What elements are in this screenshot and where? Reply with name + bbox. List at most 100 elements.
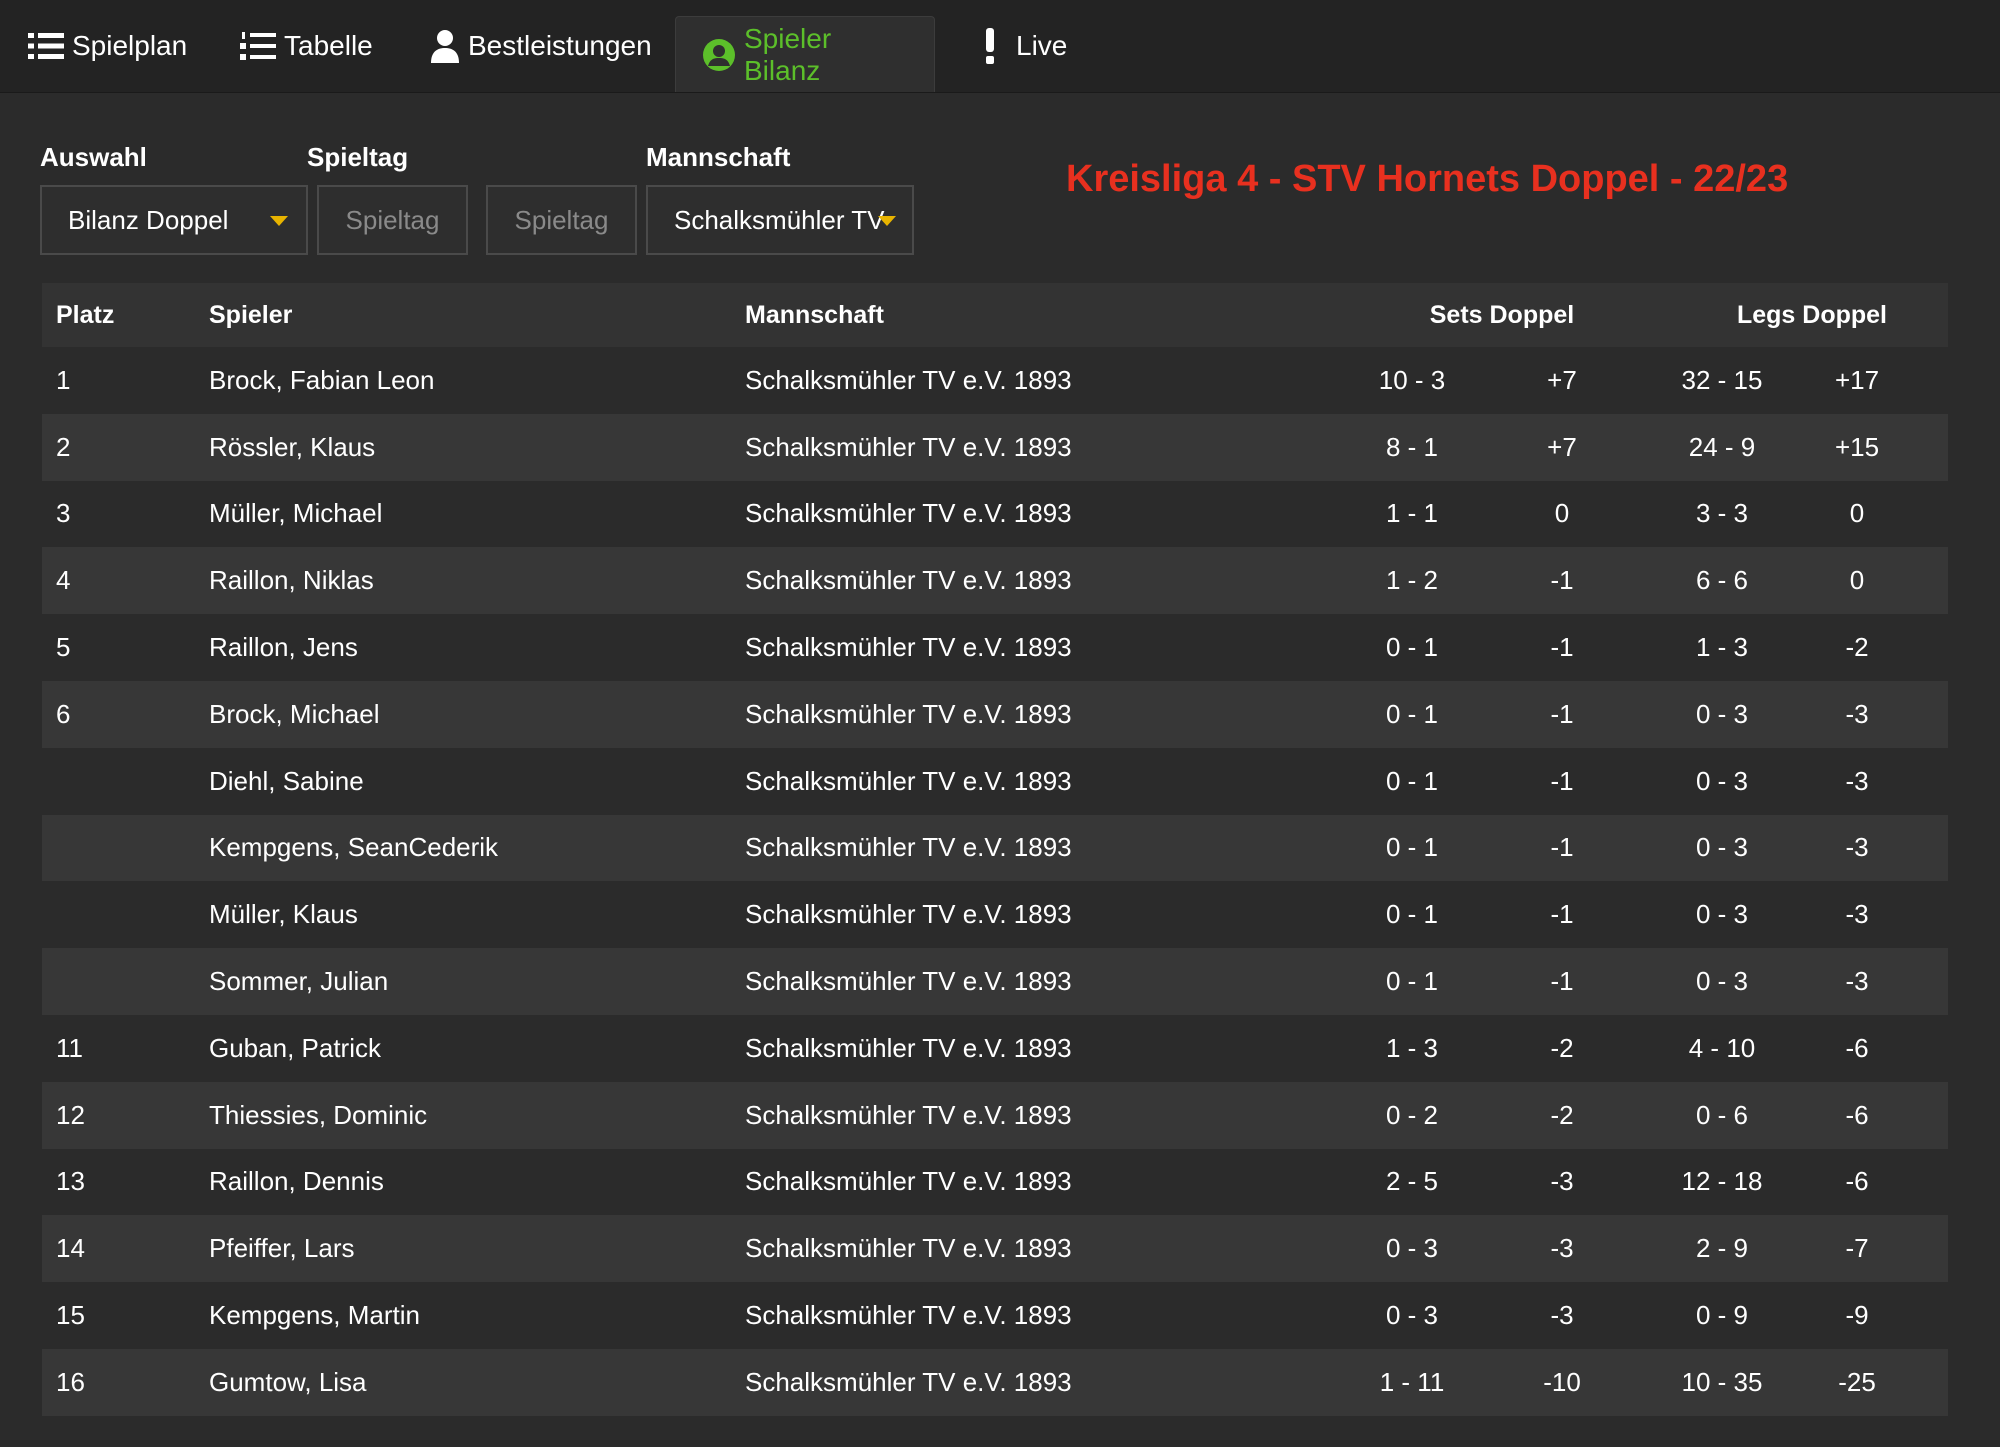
cell-mannschaft: Schalksmühler TV e.V. 1893 [745,498,1072,529]
header-spieler[interactable]: Spieler [209,283,292,347]
cell-legs: 32 - 15 [1681,364,1763,395]
tab-spielplan[interactable]: Spielplan [28,0,187,92]
cell-spieler: Rössler, Klaus [209,431,376,462]
cell-sets: 0 - 3 [1385,1233,1439,1264]
cell-legs-diff: -3 [1845,899,1869,930]
cell-spieler: Thiessies, Dominic [209,1099,428,1130]
tab-bestleistungen[interactable]: Bestleistungen [430,0,652,92]
cell-sets: 8 - 1 [1385,431,1439,462]
auswahl-label: Auswahl [40,142,147,172]
cell-mannschaft: Schalksmühler TV e.V. 1893 [745,565,1072,596]
spieltag-from-placeholder: Spieltag [345,204,440,235]
cell-platz: 13 [56,1166,85,1197]
cell-mannschaft: Schalksmühler TV e.V. 1893 [745,1300,1072,1331]
cell-sets-diff: -1 [1550,565,1574,596]
cell-sets: 1 - 2 [1385,565,1439,596]
cell-sets: 0 - 1 [1385,966,1439,997]
cell-legs-diff: -2 [1845,632,1869,663]
cell-mannschaft: Schalksmühler TV e.V. 1893 [745,1099,1072,1130]
cell-platz: 1 [56,364,71,395]
cell-spieler: Sommer, Julian [209,966,389,997]
auswahl-value: Bilanz Doppel [68,204,229,235]
header-mannschaft[interactable]: Mannschaft [745,283,884,347]
cell-sets-diff: -1 [1550,698,1574,729]
mannschaft-select[interactable]: Schalksmühler TV [646,185,914,255]
tab-spieler-bilanz[interactable]: Spieler Bilanz [675,16,935,92]
chevron-down-icon [878,216,896,226]
cell-sets: 1 - 3 [1385,1032,1439,1063]
cell-spieler: Brock, Michael [209,698,380,729]
cell-platz: 11 [56,1032,83,1063]
cell-mannschaft: Schalksmühler TV e.V. 1893 [745,632,1072,663]
table-row: 2 Rössler, Klaus Schalksmühler TV e.V. 1… [42,413,1948,481]
user-icon [430,29,460,63]
cell-mannschaft: Schalksmühler TV e.V. 1893 [745,364,1072,395]
cell-legs-diff: -6 [1845,1166,1869,1197]
cell-legs: 4 - 10 [1688,1032,1756,1063]
cell-sets-diff: -1 [1550,966,1574,997]
cell-mannschaft: Schalksmühler TV e.V. 1893 [745,698,1072,729]
cell-spieler: Müller, Michael [209,498,383,529]
league-title: Kreisliga 4 - STV Hornets Doppel - 22/23 [1066,158,1789,200]
cell-legs: 6 - 6 [1695,565,1749,596]
cell-legs: 10 - 35 [1681,1366,1763,1397]
cell-mannschaft: Schalksmühler TV e.V. 1893 [745,1233,1072,1264]
header-sets-doppel[interactable]: Sets Doppel [1382,283,1622,347]
cell-legs: 1 - 3 [1695,632,1749,663]
auswahl-select[interactable]: Bilanz Doppel [40,185,308,255]
cell-platz: 14 [56,1233,85,1264]
spieltag-to-input[interactable]: Spieltag [486,185,637,255]
list-icon [28,31,64,61]
tab-live[interactable]: Live [982,0,1067,92]
tab-tabelle[interactable]: Tabelle [240,0,373,92]
cell-spieler: Diehl, Sabine [209,765,364,796]
numbered-list-icon [240,31,276,61]
cell-spieler: Kempgens, SeanCederik [209,832,499,863]
tab-label: Live [1016,30,1068,61]
header-platz[interactable]: Platz [56,283,114,347]
cell-legs-diff: -6 [1845,1032,1869,1063]
cell-spieler: Gumtow, Lisa [209,1366,367,1397]
table-row: 11 Guban, Patrick Schalksmühler TV e.V. … [42,1014,1948,1082]
cell-sets-diff: -1 [1550,832,1574,863]
cell-legs-diff: -9 [1845,1300,1869,1331]
cell-legs: 0 - 3 [1695,698,1749,729]
cell-mannschaft: Schalksmühler TV e.V. 1893 [745,431,1072,462]
cell-sets: 0 - 1 [1385,765,1439,796]
cell-legs-diff: -3 [1845,765,1869,796]
spieltag-from-input[interactable]: Spieltag [317,185,468,255]
cell-sets-diff: -1 [1550,632,1574,663]
header-legs-doppel[interactable]: Legs Doppel [1692,283,1932,347]
cell-mannschaft: Schalksmühler TV e.V. 1893 [745,1032,1072,1063]
cell-legs-diff: 0 [1849,498,1865,529]
cell-sets-diff: -1 [1550,899,1574,930]
cell-mannschaft: Schalksmühler TV e.V. 1893 [745,765,1072,796]
cell-legs-diff: -7 [1845,1233,1869,1264]
cell-sets-diff: -3 [1550,1166,1574,1197]
cell-platz: 12 [56,1099,85,1130]
cell-legs-diff: 0 [1849,565,1865,596]
chevron-down-icon [270,216,288,226]
cell-spieler: Kempgens, Martin [209,1300,420,1331]
cell-spieler: Brock, Fabian Leon [209,364,435,395]
table-row: 1 Brock, Fabian Leon Schalksmühler TV e.… [42,347,1948,414]
mannschaft-value: Schalksmühler TV [674,204,885,235]
cell-mannschaft: Schalksmühler TV e.V. 1893 [745,832,1072,863]
cell-spieler: Raillon, Niklas [209,565,374,596]
cell-spieler: Guban, Patrick [209,1032,381,1063]
cell-spieler: Raillon, Jens [209,632,358,663]
table-row: Müller, Klaus Schalksmühler TV e.V. 1893… [42,881,1948,949]
cell-platz: 4 [56,565,71,596]
cell-sets-diff: 0 [1554,498,1570,529]
cell-legs-diff: -6 [1845,1099,1869,1130]
cell-sets: 10 - 3 [1378,364,1446,395]
cell-platz: 5 [56,632,71,663]
table-header: Platz Spieler Mannschaft Sets Doppel Leg… [42,283,1948,347]
tab-label: Bestleistungen [468,30,652,61]
cell-legs: 0 - 3 [1695,765,1749,796]
cell-platz: 2 [56,431,71,462]
cell-legs: 0 - 3 [1695,832,1749,863]
cell-legs: 24 - 9 [1688,431,1756,462]
cell-sets: 0 - 1 [1385,698,1439,729]
tab-label: Spielplan [72,30,188,61]
